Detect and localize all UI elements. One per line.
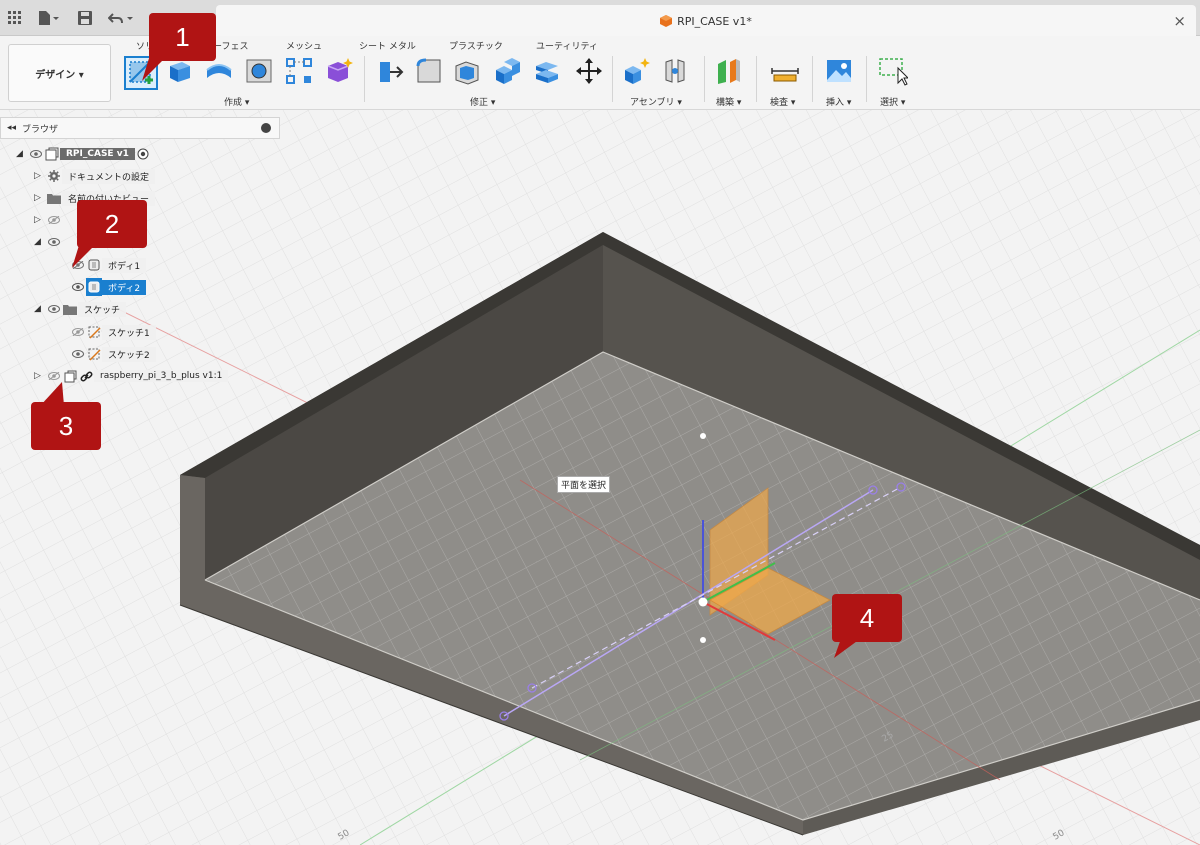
sketch-icon: [86, 323, 102, 341]
expand-arrow-icon[interactable]: ◢: [34, 237, 46, 247]
tree-item-sketch2[interactable]: スケッチ2: [70, 345, 156, 363]
shell-icon[interactable]: [452, 56, 482, 86]
pin-icon[interactable]: [261, 123, 271, 133]
visibility-eye-icon[interactable]: [46, 233, 62, 251]
document-tab[interactable]: RPI_CASE v1* ×: [216, 5, 1196, 36]
construct-group-label[interactable]: 構築 ▾: [716, 95, 741, 108]
tree-item-sketches[interactable]: ◢ スケッチ: [34, 300, 127, 318]
ribbon-separator: [756, 56, 757, 102]
callout-1-tail: [142, 55, 168, 81]
component-cube-icon: [660, 15, 673, 30]
tab-utility[interactable]: ユーティリティ: [536, 39, 598, 52]
ribbon-separator: [704, 56, 705, 102]
document-icon: [44, 145, 60, 163]
new-component-icon[interactable]: [622, 56, 652, 86]
hole-icon[interactable]: [244, 56, 274, 86]
expand-arrow-icon[interactable]: ◢: [16, 149, 28, 159]
callout-4-tail: [834, 636, 864, 658]
callout-2: 2: [77, 200, 147, 248]
link-icon: [78, 367, 94, 385]
tree-item-document-settings[interactable]: ▷ ドキュメントの設定: [34, 167, 156, 185]
select-window-icon[interactable]: [878, 56, 910, 86]
expand-arrow-icon[interactable]: ▷: [34, 171, 46, 181]
tree-item-bodies[interactable]: ◢: [34, 233, 62, 251]
folder-icon: [46, 189, 62, 207]
modify-group-label[interactable]: 修正 ▾: [470, 95, 495, 108]
browser-header[interactable]: ◂◂ ブラウザ: [0, 117, 280, 139]
insert-group-label[interactable]: 挿入 ▾: [826, 95, 851, 108]
file-icon[interactable]: [38, 10, 60, 26]
select-plane-tooltip: 平面を選択: [557, 476, 611, 493]
ribbon-separator: [866, 56, 867, 102]
tree-item-label: ドキュメントの設定: [62, 168, 156, 184]
tree-item-origin[interactable]: ▷: [34, 211, 62, 229]
expand-arrow-icon[interactable]: ▷: [34, 193, 46, 203]
callout-3: 3: [31, 402, 101, 450]
visibility-eye-icon[interactable]: [28, 145, 44, 163]
select-group-label[interactable]: 選択 ▾: [880, 95, 905, 108]
callout-3-tail: [40, 382, 64, 406]
press-pull-icon[interactable]: [376, 56, 406, 86]
callout-2-tail: [72, 242, 98, 268]
ribbon-separator: [364, 56, 365, 102]
undo-icon[interactable]: [108, 10, 134, 26]
tree-root[interactable]: ◢ RPI_CASE v1: [16, 145, 151, 163]
visibility-eye-icon[interactable]: [70, 278, 86, 296]
tree-item-label: スケッチ2: [102, 346, 156, 362]
assemble-group-label[interactable]: アセンブリ ▾: [630, 95, 682, 108]
create-group-label[interactable]: 作成 ▾: [224, 95, 249, 108]
tree-item-label: ボディ2: [102, 279, 147, 295]
save-icon[interactable]: [78, 10, 92, 26]
expand-arrow-icon[interactable]: ◢: [34, 304, 46, 314]
tab-sheet-metal[interactable]: シート メタル: [359, 39, 416, 52]
visibility-eye-hidden-icon[interactable]: [46, 211, 62, 229]
pattern-icon[interactable]: [284, 56, 314, 86]
inspect-group-label[interactable]: 検査 ▾: [770, 95, 795, 108]
joint-icon[interactable]: [660, 56, 690, 86]
offset-plane-icon[interactable]: [714, 56, 744, 86]
insert-image-icon[interactable]: [824, 56, 854, 86]
root-component-label: RPI_CASE v1: [60, 148, 135, 160]
callout-4: 4: [832, 594, 902, 642]
folder-icon: [62, 300, 78, 318]
gear-icon: [46, 167, 62, 185]
sketch-icon: [86, 345, 102, 363]
ribbon-separator: [812, 56, 813, 102]
body-icon: [86, 278, 102, 296]
tree-item-label: raspberry_pi_3_b_plus v1:1: [94, 370, 229, 382]
tab-plastic[interactable]: プラスチック: [449, 39, 503, 52]
measure-icon[interactable]: [770, 56, 800, 86]
expand-arrow-icon[interactable]: ▷: [34, 215, 46, 225]
split-body-icon[interactable]: [532, 56, 562, 86]
apps-grid-icon[interactable]: [8, 10, 22, 26]
workspace-switcher-button[interactable]: デザイン ▾: [8, 44, 111, 102]
fillet-icon[interactable]: [414, 56, 444, 86]
visibility-eye-icon[interactable]: [46, 300, 62, 318]
activate-radio-icon[interactable]: [135, 145, 151, 163]
create-form-icon[interactable]: [324, 56, 354, 86]
combine-icon[interactable]: [492, 56, 522, 86]
collapse-browser-icon[interactable]: ◂◂: [7, 123, 16, 133]
close-document-icon[interactable]: ×: [1173, 12, 1186, 30]
visibility-eye-hidden-icon[interactable]: [70, 323, 86, 341]
visibility-eye-icon[interactable]: [70, 345, 86, 363]
callout-1: 1: [149, 13, 216, 61]
ribbon-separator: [612, 56, 613, 102]
tab-mesh[interactable]: メッシュ: [286, 39, 322, 52]
document-title: RPI_CASE v1*: [677, 15, 752, 28]
move-copy-icon[interactable]: [574, 56, 604, 86]
tree-item-body2[interactable]: ボディ2: [70, 278, 147, 296]
tree-item-label: スケッチ1: [102, 324, 156, 340]
tree-item-label: ボディ1: [102, 257, 147, 273]
tree-item-sketch1[interactable]: スケッチ1: [70, 323, 156, 341]
browser-title: ブラウザ: [22, 124, 59, 135]
3d-viewport[interactable]: 50 50 25 平面を選択: [0, 110, 1200, 845]
tree-item-label: スケッチ: [78, 301, 127, 317]
